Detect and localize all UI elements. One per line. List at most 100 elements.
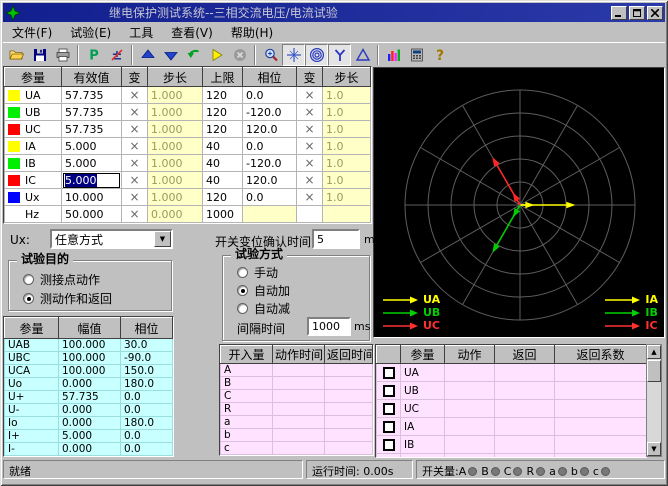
zoom-button[interactable] — [259, 44, 282, 66]
upper-limit-cell[interactable]: 120 — [203, 87, 243, 104]
undo-button[interactable] — [182, 44, 205, 66]
step-value-cell[interactable]: 1.0 — [323, 87, 371, 104]
step-value-cell[interactable]: 1.000 — [148, 189, 203, 206]
menu-file[interactable]: 文件(F) — [3, 23, 61, 42]
parameter-row[interactable]: IC 5.000 × 1.000 40 120.0 × 1.0 — [5, 172, 371, 189]
phase-value-cell[interactable]: 120.0 — [243, 121, 297, 138]
parameter-row[interactable]: UC 57.735 × 1.000 120 120.0 × 1.0 — [5, 121, 371, 138]
effective-value-cell[interactable]: 50.000 — [62, 206, 122, 223]
save-button[interactable] — [28, 44, 51, 66]
step-value-cell[interactable]: 1.0 — [323, 155, 371, 172]
step-value-cell[interactable]: 1.000 — [148, 121, 203, 138]
phase-diff-button[interactable]: ± — [105, 44, 128, 66]
print-button[interactable] — [51, 44, 74, 66]
vary-flag-cell[interactable]: × — [122, 155, 148, 172]
bar-chart-button[interactable] — [382, 44, 405, 66]
effective-value-cell[interactable]: 57.735 — [62, 87, 122, 104]
radio-manual[interactable] — [237, 267, 248, 278]
phase-value-cell[interactable]: 120.0 — [243, 172, 297, 189]
maximize-button[interactable] — [629, 6, 645, 20]
radio-measure-action-return[interactable] — [23, 293, 34, 304]
menu-view[interactable]: 查看(V) — [162, 23, 222, 42]
scroll-up-button[interactable]: ▲ — [647, 345, 661, 359]
chevron-down-icon[interactable]: ▼ — [154, 231, 171, 247]
help-button[interactable]: ? — [428, 44, 451, 66]
axes-button[interactable] — [282, 44, 305, 66]
step-value-cell[interactable]: 1.0 — [323, 189, 371, 206]
phase-value-cell[interactable]: 0.0 — [243, 189, 297, 206]
calculator-button[interactable] — [405, 44, 428, 66]
vary-flag-cell[interactable]: × — [122, 87, 148, 104]
scroll-down-button[interactable]: ▼ — [647, 442, 661, 456]
ux-mode-select[interactable]: 任意方式 ▼ — [50, 229, 173, 249]
step-value-cell[interactable] — [323, 206, 371, 223]
start-button[interactable] — [205, 44, 228, 66]
vary-flag-cell[interactable]: × — [297, 172, 323, 189]
parameter-row[interactable]: Hz 50.000 × 0.000 1000 — [5, 206, 371, 223]
step-value-cell[interactable]: 0.000 — [148, 206, 203, 223]
effective-value-cell[interactable]: 5.000 — [62, 172, 122, 189]
close-button[interactable] — [647, 6, 663, 20]
upper-limit-cell[interactable]: 120 — [203, 121, 243, 138]
effective-value-cell[interactable]: 57.735 — [62, 121, 122, 138]
rings-button[interactable] — [305, 44, 328, 66]
parameter-row[interactable]: IA 5.000 × 1.000 40 0.0 × 1.0 — [5, 138, 371, 155]
step-value-cell[interactable]: 1.000 — [148, 172, 203, 189]
result-row-checkbox[interactable] — [383, 439, 395, 451]
parameter-row[interactable]: UB 57.735 × 1.000 120 -120.0 × 1.0 — [5, 104, 371, 121]
step-value-cell[interactable]: 1.000 — [148, 138, 203, 155]
phase-value-cell[interactable] — [243, 206, 297, 223]
upper-limit-cell[interactable]: 1000 — [203, 206, 243, 223]
effective-value-cell[interactable]: 5.000 — [62, 138, 122, 155]
menu-tools[interactable]: 工具 — [120, 23, 162, 42]
effective-value-cell[interactable]: 5.000 — [62, 155, 122, 172]
p-marker-button[interactable]: P — [82, 44, 105, 66]
step-value-cell[interactable]: 1.0 — [323, 138, 371, 155]
y-connection-button[interactable] — [328, 44, 351, 66]
decrease-button[interactable] — [159, 44, 182, 66]
vary-flag-cell[interactable]: × — [122, 121, 148, 138]
vary-flag-cell[interactable]: × — [122, 172, 148, 189]
result-table-scrollbar[interactable]: ▲ ▼ — [646, 344, 662, 457]
phase-value-cell[interactable]: -120.0 — [243, 155, 297, 172]
vary-flag-cell[interactable]: × — [297, 104, 323, 121]
increase-button[interactable] — [136, 44, 159, 66]
confirm-time-input[interactable] — [312, 229, 360, 249]
vary-flag-cell[interactable] — [297, 206, 323, 223]
title-bar[interactable]: 继电保护测试系统--三相交流电压/电流试验 — [3, 3, 665, 22]
result-row-checkbox[interactable] — [383, 385, 395, 397]
effective-value-cell[interactable]: 10.000 — [62, 189, 122, 206]
menu-help[interactable]: 帮助(H) — [222, 23, 282, 42]
upper-limit-cell[interactable]: 40 — [203, 155, 243, 172]
open-button[interactable] — [5, 44, 28, 66]
upper-limit-cell[interactable]: 40 — [203, 172, 243, 189]
phase-value-cell[interactable]: -120.0 — [243, 104, 297, 121]
minimize-button[interactable] — [611, 6, 627, 20]
result-row-checkbox[interactable] — [383, 367, 395, 379]
parameter-row[interactable]: Ux 10.000 × 1.000 120 0.0 × 1.0 — [5, 189, 371, 206]
vary-flag-cell[interactable]: × — [297, 138, 323, 155]
result-row-checkbox[interactable] — [383, 457, 395, 459]
result-row-checkbox[interactable] — [383, 421, 395, 433]
step-value-cell[interactable]: 1.000 — [148, 87, 203, 104]
step-value-cell[interactable]: 1.0 — [323, 121, 371, 138]
vary-flag-cell[interactable]: × — [297, 189, 323, 206]
vary-flag-cell[interactable]: × — [297, 155, 323, 172]
vary-flag-cell[interactable]: × — [122, 104, 148, 121]
step-value-cell[interactable]: 1.000 — [148, 104, 203, 121]
step-value-cell[interactable]: 1.000 — [148, 155, 203, 172]
result-row-checkbox[interactable] — [383, 403, 395, 415]
menu-test[interactable]: 试验(E) — [61, 23, 120, 42]
step-value-cell[interactable]: 1.0 — [323, 104, 371, 121]
vary-flag-cell[interactable]: × — [297, 121, 323, 138]
vary-flag-cell[interactable]: × — [122, 206, 148, 223]
radio-auto-decrease[interactable] — [237, 303, 248, 314]
vary-flag-cell[interactable]: × — [122, 138, 148, 155]
scrollbar-thumb[interactable] — [647, 360, 661, 382]
interval-input[interactable] — [307, 317, 351, 336]
phase-value-cell[interactable]: 0.0 — [243, 87, 297, 104]
parameter-row[interactable]: UA 57.735 × 1.000 120 0.0 × 1.0 — [5, 87, 371, 104]
phase-value-cell[interactable]: 0.0 — [243, 138, 297, 155]
upper-limit-cell[interactable]: 120 — [203, 104, 243, 121]
effective-value-cell[interactable]: 57.735 — [62, 104, 122, 121]
